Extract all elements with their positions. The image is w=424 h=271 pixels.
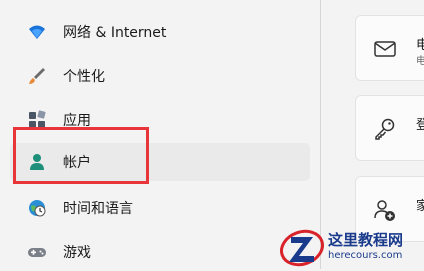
paintbrush-icon xyxy=(29,68,45,84)
gamepad-icon xyxy=(28,248,46,257)
sidebar-item-network[interactable]: 网络 & Internet xyxy=(10,13,310,51)
wifi-icon xyxy=(29,25,45,39)
sidebar-item-label: 个性化 xyxy=(63,69,105,85)
watermark-z-icon xyxy=(280,229,324,267)
sidebar: 网络 & Internet 个性化 应用 帐户 时间和语言 游戏 xyxy=(0,0,320,269)
sidebar-item-label: 游戏 xyxy=(63,245,91,261)
settings-card-sign-in[interactable]: 登 xyxy=(355,95,424,161)
sidebar-item-gaming[interactable]: 游戏 xyxy=(10,233,310,271)
sidebar-item-time-language[interactable]: 时间和语言 xyxy=(10,189,310,227)
card-title: 家 xyxy=(416,199,424,214)
watermark-url: herecours.com xyxy=(328,250,403,261)
card-subtitle: 电 xyxy=(416,56,424,67)
settings-card-email[interactable]: 电 电 xyxy=(355,15,424,81)
watermark-title: 这里教程网 xyxy=(328,231,404,249)
sidebar-item-personalization[interactable]: 个性化 xyxy=(10,57,310,95)
highlight-box xyxy=(13,127,149,184)
key-icon xyxy=(375,118,395,140)
sidebar-item-label: 时间和语言 xyxy=(63,201,133,217)
watermark-logo: 这里教程网 herecours.com xyxy=(276,226,424,269)
mail-icon xyxy=(374,41,396,57)
globe-clock-icon xyxy=(29,200,46,217)
card-title: 登 xyxy=(416,118,424,133)
card-title: 电 xyxy=(416,38,424,53)
sidebar-item-label: 网络 & Internet xyxy=(63,25,167,41)
add-family-icon xyxy=(374,200,395,221)
